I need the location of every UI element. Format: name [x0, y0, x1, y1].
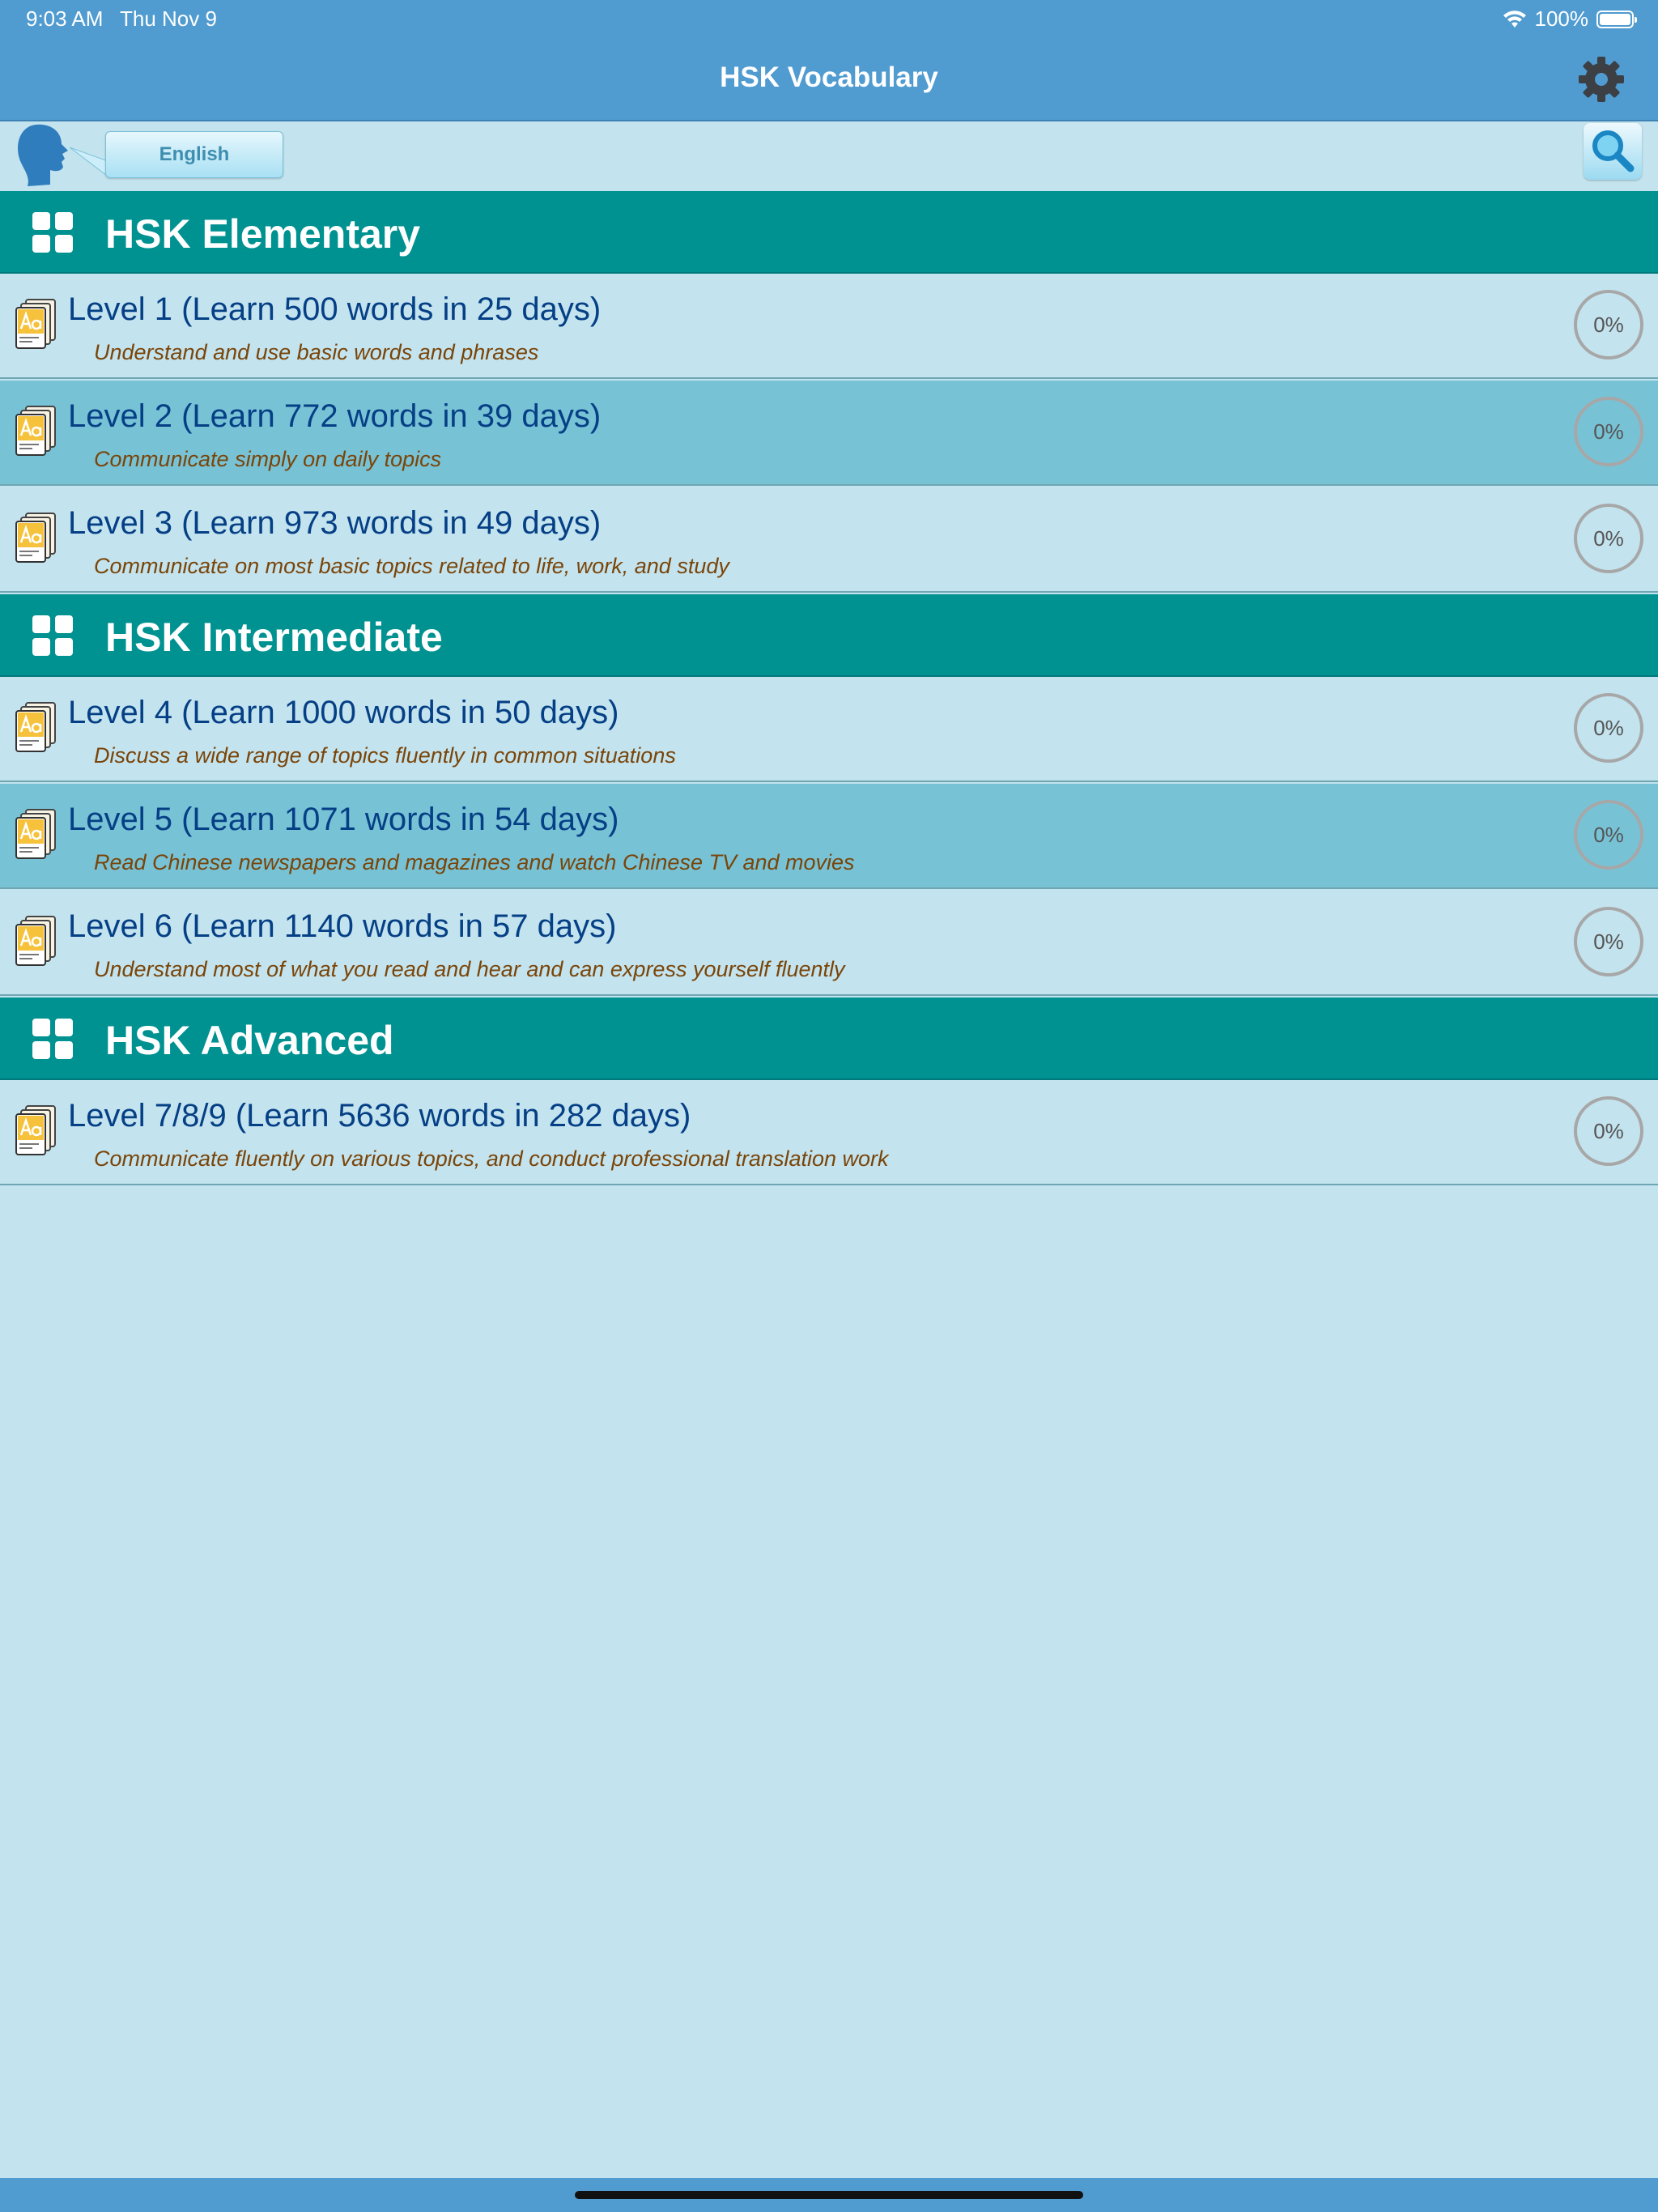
grid-icon [32, 615, 73, 656]
search-icon [1592, 130, 1635, 172]
status-bar: 9:03 AM Thu Nov 9 100% [0, 0, 1658, 37]
navigation-bar: HSK Vocabulary [0, 37, 1658, 121]
bottom-bar [0, 2178, 1658, 2212]
level-description: Read Chinese newspapers and magazines an… [94, 850, 855, 874]
status-time: 9:03 AM [26, 6, 104, 31]
progress-circle: 0% [1574, 504, 1643, 573]
progress-circle: 0% [1574, 397, 1643, 466]
level-row-2[interactable]: Level 2 (Learn 772 words in 39 days) Com… [0, 381, 1658, 486]
progress-circle: 0% [1574, 1096, 1643, 1166]
level-title: Level 2 (Learn 772 words in 39 days) [68, 398, 602, 434]
speech-bubble-tail [70, 147, 110, 179]
status-date: Thu Nov 9 [120, 6, 217, 31]
flashcard-book-icon [15, 1104, 57, 1156]
level-title: Level 1 (Learn 500 words in 25 days) [68, 291, 602, 327]
grid-icon [32, 1019, 73, 1059]
section-title: HSK Advanced [105, 1018, 394, 1063]
level-row-7-8-9[interactable]: Level 7/8/9 (Learn 5636 words in 282 day… [0, 1080, 1658, 1185]
flashcard-book-icon [15, 512, 57, 564]
level-title: Level 7/8/9 (Learn 5636 words in 282 day… [68, 1098, 691, 1134]
level-title: Level 5 (Learn 1071 words in 54 days) [68, 802, 619, 837]
progress-circle: 0% [1574, 693, 1643, 763]
flashcard-book-icon [15, 701, 57, 753]
level-description: Communicate simply on daily topics [94, 447, 442, 471]
level-row-4[interactable]: Level 4 (Learn 1000 words in 50 days) Di… [0, 677, 1658, 782]
level-description: Communicate on most basic topics related… [94, 554, 729, 578]
section-title: HSK Intermediate [105, 615, 443, 660]
flashcard-book-icon [15, 298, 57, 350]
level-title: Level 3 (Learn 973 words in 49 days) [68, 505, 602, 541]
grid-icon [32, 212, 73, 253]
status-right: 100% [1503, 6, 1637, 32]
search-button[interactable] [1584, 123, 1642, 180]
progress-circle: 0% [1574, 907, 1643, 976]
section-header-intermediate[interactable]: HSK Intermediate [0, 594, 1658, 677]
gear-icon[interactable] [1575, 53, 1627, 105]
section-header-elementary[interactable]: HSK Elementary [0, 191, 1658, 274]
progress-circle: 0% [1574, 290, 1643, 359]
level-row-1[interactable]: Level 1 (Learn 500 words in 25 days) Und… [0, 274, 1658, 379]
level-row-3[interactable]: Level 3 (Learn 973 words in 49 days) Com… [0, 487, 1658, 593]
level-description: Discuss a wide range of topics fluently … [94, 743, 676, 768]
level-title: Level 6 (Learn 1140 words in 57 days) [68, 908, 617, 944]
progress-circle: 0% [1574, 800, 1643, 870]
section-title: HSK Elementary [105, 211, 421, 257]
page-title: HSK Vocabulary [720, 62, 938, 93]
wifi-icon [1503, 10, 1526, 28]
language-toolbar: English [0, 121, 1658, 191]
language-button[interactable]: English [105, 131, 283, 178]
flashcard-book-icon [15, 808, 57, 860]
level-title: Level 4 (Learn 1000 words in 50 days) [68, 695, 619, 730]
home-indicator[interactable] [575, 2191, 1083, 2199]
section-header-advanced[interactable]: HSK Advanced [0, 998, 1658, 1080]
level-description: Understand and use basic words and phras… [94, 340, 539, 364]
flashcard-book-icon [15, 915, 57, 967]
level-row-6[interactable]: Level 6 (Learn 1140 words in 57 days) Un… [0, 891, 1658, 996]
battery-icon [1596, 10, 1637, 28]
flashcard-book-icon [15, 405, 57, 457]
battery-percent: 100% [1534, 6, 1589, 31]
level-description: Understand most of what you read and hea… [94, 957, 845, 981]
level-row-5[interactable]: Level 5 (Learn 1071 words in 54 days) Re… [0, 784, 1658, 889]
level-description: Communicate fluently on various topics, … [94, 1146, 889, 1171]
